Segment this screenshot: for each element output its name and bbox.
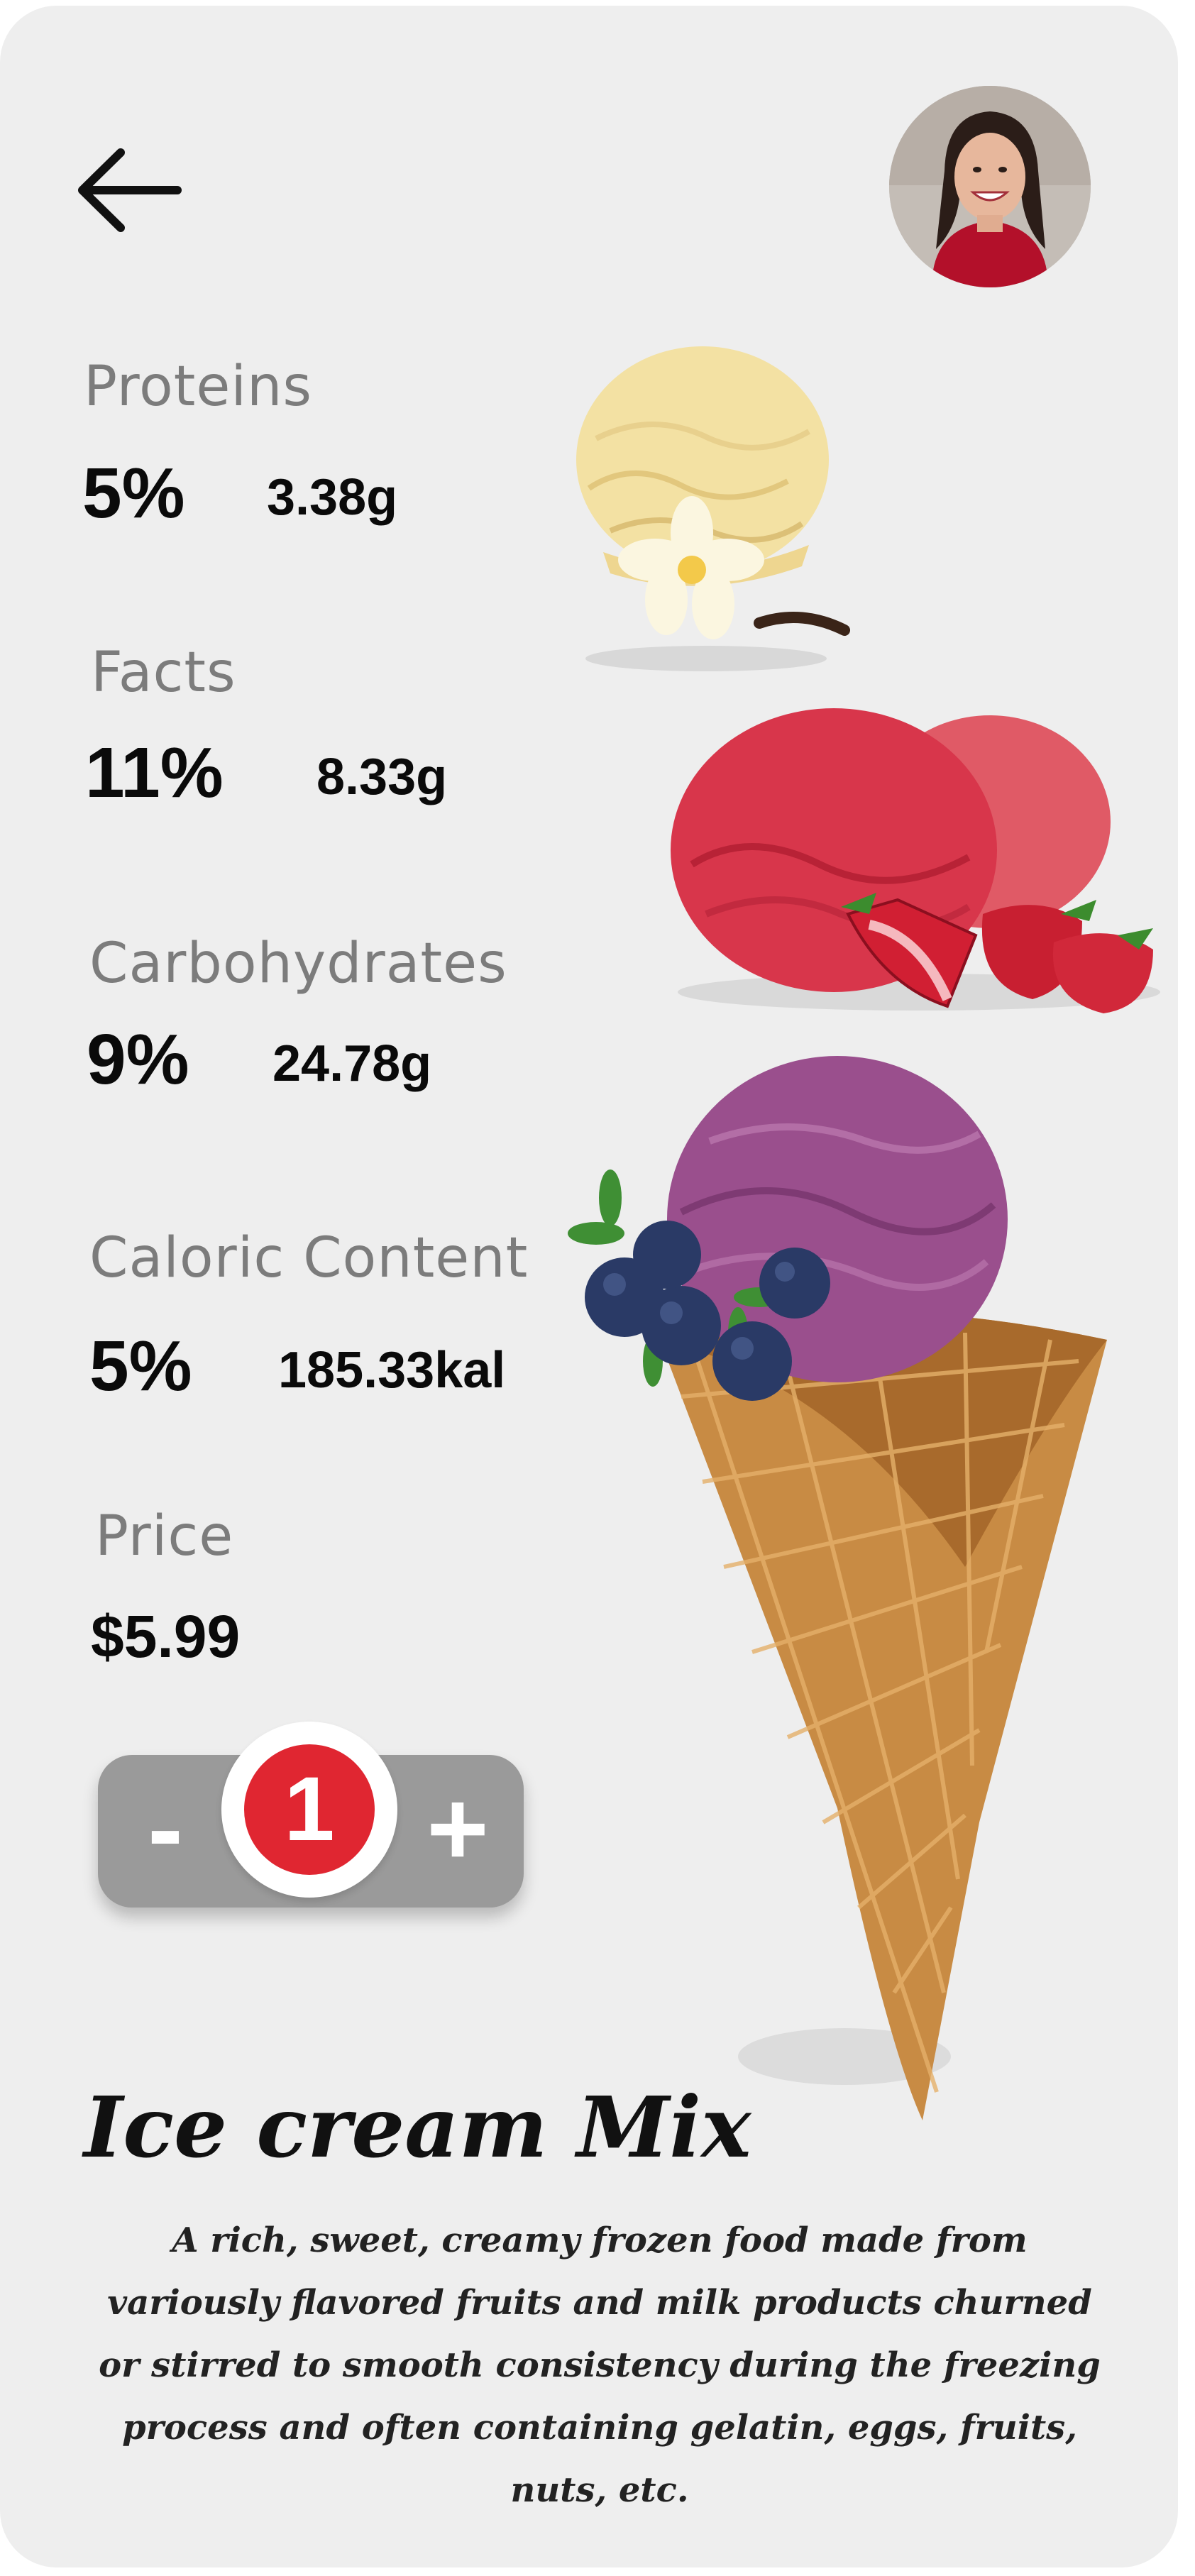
facts-percent: 11% bbox=[85, 733, 224, 813]
increase-button[interactable]: + bbox=[412, 1757, 504, 1899]
product-card: Proteins 5% 3.38g Facts 11% 8.33g Carboh… bbox=[0, 6, 1178, 2567]
carbohydrates-label: Carbohydrates bbox=[89, 932, 507, 996]
back-button[interactable] bbox=[71, 137, 185, 243]
quantity-value: 1 bbox=[244, 1744, 375, 1875]
proteins-percent: 5% bbox=[82, 453, 185, 533]
carbohydrates-percent: 9% bbox=[87, 1020, 189, 1099]
ice-cream-cone-image bbox=[568, 1056, 1107, 2120]
arrow-left-icon bbox=[78, 148, 182, 232]
product-title: Ice cream Mix bbox=[84, 2078, 751, 2176]
avatar-photo bbox=[889, 86, 1091, 287]
price-value: $5.99 bbox=[91, 1603, 241, 1670]
decrease-button[interactable]: - bbox=[119, 1757, 211, 1899]
proteins-amount: 3.38g bbox=[267, 469, 398, 526]
caloric-content-amount: 185.33kal bbox=[278, 1342, 506, 1399]
facts-label: Facts bbox=[91, 641, 236, 705]
caloric-content-percent: 5% bbox=[89, 1326, 192, 1406]
facts-amount: 8.33g bbox=[316, 749, 448, 805]
proteins-label: Proteins bbox=[84, 355, 313, 419]
price-label: Price bbox=[95, 1504, 234, 1568]
carbohydrates-amount: 24.78g bbox=[272, 1035, 432, 1092]
avatar[interactable] bbox=[889, 86, 1091, 287]
vanilla-scoop-image bbox=[576, 346, 850, 671]
strawberry-scoop-image bbox=[671, 708, 1160, 1013]
caloric-content-label: Caloric Content bbox=[89, 1226, 529, 1290]
product-description: A rich, sweet, creamy frozen food made f… bbox=[99, 2220, 1101, 2510]
